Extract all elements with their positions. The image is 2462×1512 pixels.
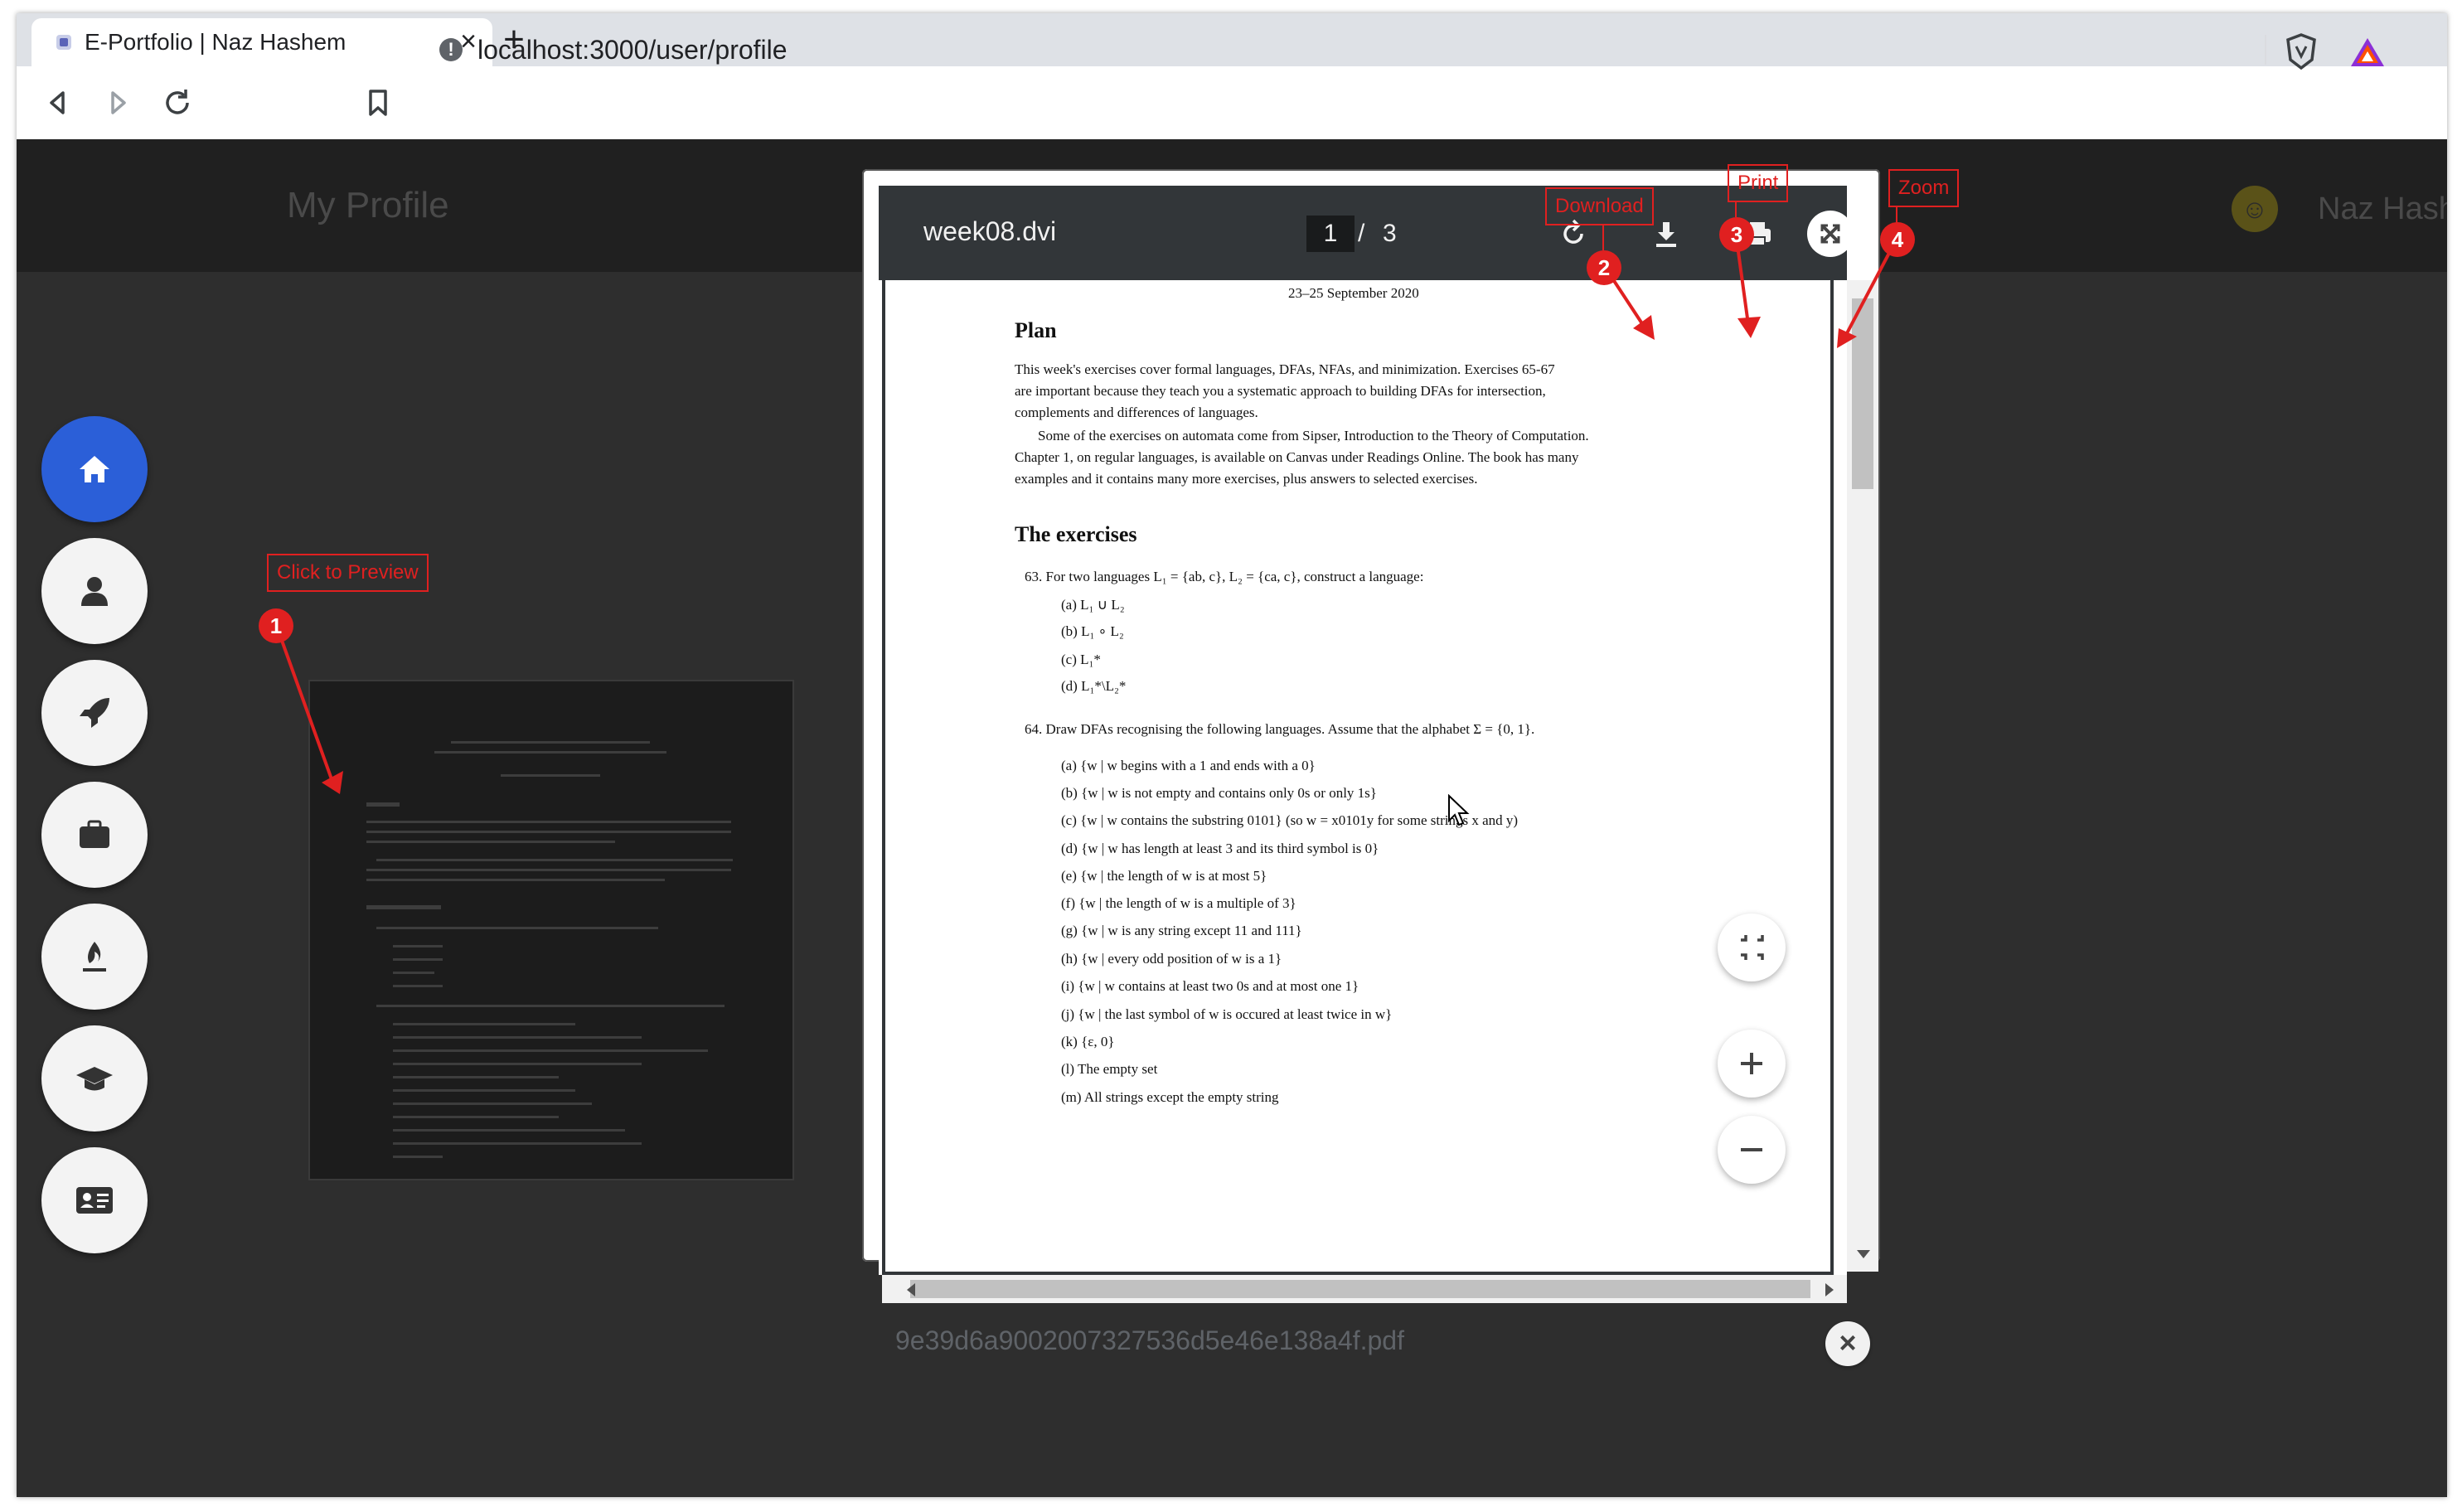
annotation-number-1: 1 <box>259 608 293 643</box>
annotation-arrows <box>275 201 1898 794</box>
annotation-zoom: Zoom <box>1888 169 1960 207</box>
annotation-number-3: 3 <box>1719 217 1754 252</box>
annotation-click-to-preview: Click to Preview <box>267 554 429 592</box>
annotation-number-2: 2 <box>1587 250 1621 285</box>
annotation-download: Download <box>1545 187 1654 225</box>
annotation-print: Print <box>1728 164 1789 202</box>
annotation-number-4: 4 <box>1880 222 1915 257</box>
